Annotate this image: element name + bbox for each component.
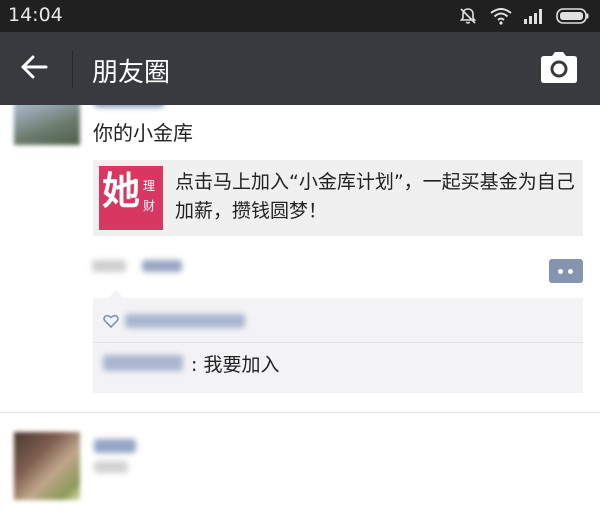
- liker-name-blurred[interactable]: [125, 314, 245, 328]
- bell-muted-icon: [458, 6, 478, 26]
- share-card[interactable]: 她 理财 点击马上加入“小金库计划”，一起买基金为自己加薪，攒钱圆梦！: [93, 160, 583, 236]
- comments-box: : 我要加入: [93, 298, 583, 393]
- author-name-blurred[interactable]: [94, 439, 136, 453]
- thumb-logo-char: 她: [102, 169, 141, 213]
- status-bar: 14:04: [0, 0, 600, 32]
- source-link-blurred[interactable]: [142, 260, 182, 272]
- comment-row[interactable]: : 我要加入: [103, 348, 279, 378]
- likes-row: [103, 306, 583, 336]
- post-text-blurred: [94, 461, 128, 473]
- comments-arrow: [108, 290, 124, 298]
- title-divider: [72, 50, 73, 88]
- thumb-logo-sub: 理财: [143, 179, 156, 213]
- share-title: 点击马上加入“小金库计划”，一起买基金为自己加薪，攒钱圆梦！: [175, 171, 575, 222]
- commenter-name-blurred[interactable]: [103, 355, 183, 371]
- post-meta-blurred: [92, 258, 182, 274]
- heart-icon: [103, 313, 119, 332]
- comment-button[interactable]: [549, 259, 583, 283]
- comment-text: : 我要加入: [191, 353, 280, 376]
- author-name-blurred[interactable]: [94, 105, 164, 107]
- avatar[interactable]: [14, 432, 80, 500]
- status-icons: [458, 6, 590, 26]
- camera-button[interactable]: [540, 52, 580, 86]
- signal-icon: [524, 8, 544, 24]
- timestamp-blurred: [92, 260, 126, 272]
- avatar[interactable]: [14, 105, 80, 145]
- share-thumbnail: 她 理财: [99, 166, 163, 230]
- title-bar: 朋友圈: [0, 32, 600, 105]
- post-text: 你的小金库: [93, 121, 193, 145]
- status-time: 14:04: [8, 4, 63, 26]
- camera-icon: [540, 52, 578, 88]
- battery-icon: [556, 7, 590, 25]
- post-divider: [0, 412, 600, 413]
- page-title: 朋友圈: [92, 58, 171, 88]
- wifi-icon: [490, 7, 512, 25]
- back-button[interactable]: [14, 50, 54, 88]
- moments-feed[interactable]: 你的小金库 她 理财 点击马上加入“小金库计划”，一起买基金为自己加薪，攒钱圆梦…: [0, 105, 600, 517]
- arrow-left-icon: [20, 55, 48, 83]
- likes-divider: [93, 342, 583, 343]
